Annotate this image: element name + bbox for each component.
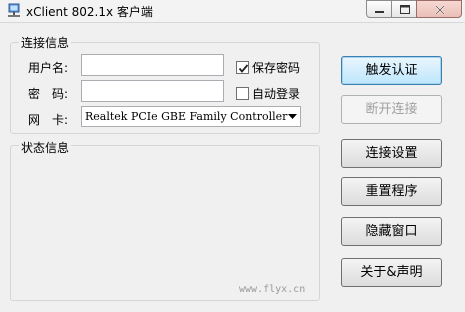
connection-settings-button[interactable]: 连接设置 bbox=[341, 139, 442, 168]
window-title: xClient 802.1x 客户端 bbox=[26, 5, 153, 19]
password-input[interactable] bbox=[81, 80, 224, 102]
nic-selected-value: Realtek PCIe GBE Family Controller bbox=[85, 110, 288, 123]
auto-login-label[interactable]: 自动登录 bbox=[252, 85, 300, 102]
close-icon bbox=[435, 5, 445, 15]
username-label: 用户名: bbox=[28, 61, 69, 75]
nic-select[interactable]: Realtek PCIe GBE Family Controller bbox=[81, 106, 301, 127]
auto-login-checkbox[interactable]: 自动登录 bbox=[236, 85, 300, 102]
maximize-button[interactable] bbox=[391, 0, 417, 18]
trigger-auth-button[interactable]: 触发认证 bbox=[341, 56, 442, 85]
nic-label: 网 卡: bbox=[28, 113, 69, 127]
save-password-label[interactable]: 保存密码 bbox=[252, 59, 300, 76]
minimize-button[interactable] bbox=[366, 0, 392, 18]
save-password-checkbox[interactable]: 保存密码 bbox=[236, 59, 300, 76]
username-input[interactable] bbox=[81, 54, 224, 76]
restart-program-button[interactable]: 重置程序 bbox=[341, 177, 442, 206]
close-button[interactable] bbox=[416, 0, 462, 18]
hide-window-button[interactable]: 隐藏窗口 bbox=[341, 217, 442, 246]
disconnect-button[interactable]: 断开连接 bbox=[341, 95, 442, 124]
title-bar[interactable]: xClient 802.1x 客户端 bbox=[0, 0, 465, 23]
checkmark-icon bbox=[238, 64, 249, 73]
auto-login-box[interactable] bbox=[236, 87, 249, 100]
network-app-icon bbox=[8, 3, 20, 17]
app-window: xClient 802.1x 客户端 连接信息 用户名: 密 码: 网 卡: R… bbox=[0, 0, 465, 312]
chevron-down-icon bbox=[288, 114, 297, 119]
about-button[interactable]: 关于&声明 bbox=[341, 258, 442, 287]
watermark-text: www.flyx.cn bbox=[239, 284, 306, 295]
minimize-icon bbox=[375, 11, 384, 13]
maximize-icon bbox=[400, 5, 410, 14]
password-label: 密 码: bbox=[28, 87, 69, 101]
connection-info-title: 连接信息 bbox=[19, 34, 72, 51]
status-info-group bbox=[10, 145, 320, 301]
status-info-title: 状态信息 bbox=[19, 139, 72, 156]
save-password-box[interactable] bbox=[236, 61, 249, 74]
